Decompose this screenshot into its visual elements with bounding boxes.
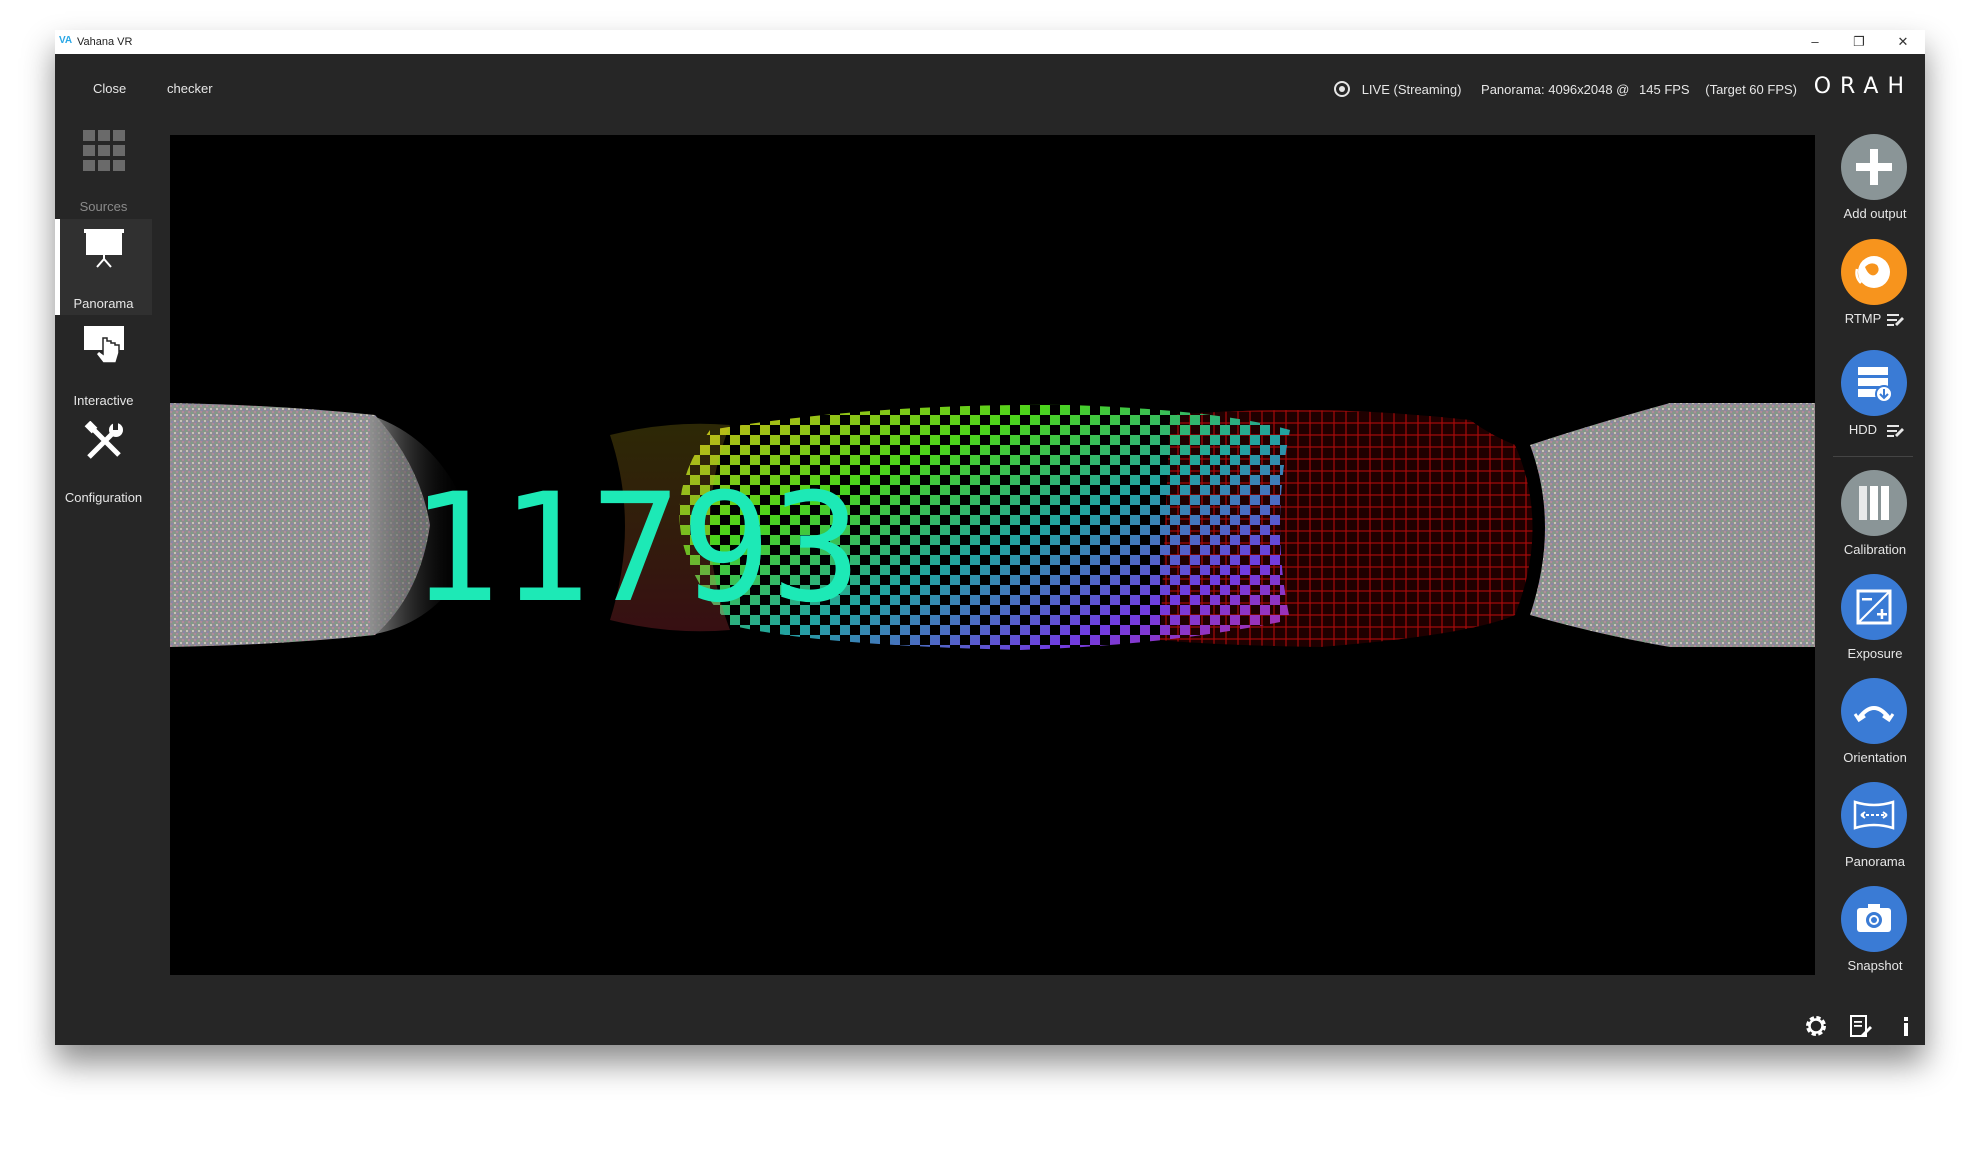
calibration-button[interactable]: Calibration: [1825, 470, 1925, 574]
close-menu[interactable]: Close: [93, 81, 126, 96]
bottom-status-bar: [55, 1005, 1925, 1045]
calibration-label: Calibration: [1843, 542, 1907, 557]
calibration-icon: [1859, 486, 1889, 520]
snapshot-button[interactable]: Snapshot: [1825, 886, 1925, 990]
hdd-output-button[interactable]: HDD: [1825, 350, 1925, 454]
window-title: Vahana VR: [77, 36, 133, 48]
stream-status: LIVE (Streaming) Panorama: 4096x2048 @ 1…: [1318, 81, 1797, 97]
orientation-button[interactable]: Orientation: [1825, 678, 1925, 782]
top-toolbar: Close checker LIVE (Streaming) Panorama:…: [55, 54, 1925, 122]
panorama-settings-button[interactable]: Panorama: [1825, 782, 1925, 886]
projector-icon: [84, 229, 124, 268]
panorama-icon: [1853, 800, 1895, 830]
grid-icon: [83, 130, 125, 171]
nav-item-panorama[interactable]: Panorama: [55, 219, 152, 315]
camera-icon: [1857, 904, 1891, 932]
log-icon[interactable]: [1847, 1013, 1873, 1039]
orientation-circle: [1841, 678, 1907, 744]
rtmp-output-button[interactable]: RTMP: [1825, 239, 1925, 343]
live-indicator-icon: [1334, 81, 1351, 97]
hdd-edit-icon[interactable]: [1887, 424, 1905, 438]
rtmp-edit-icon[interactable]: [1887, 313, 1905, 327]
rtmp-circle: [1841, 239, 1907, 305]
hdd-download-icon: [1858, 367, 1893, 403]
snapshot-label: Snapshot: [1847, 958, 1903, 973]
nav-item-sources[interactable]: Sources: [55, 122, 152, 218]
orientation-icon: [1853, 706, 1895, 723]
nav-item-configuration[interactable]: Configuration: [55, 413, 152, 509]
app-window: VA Vahana VR – ❐ ✕ Close checker LIVE (S…: [55, 30, 1925, 1045]
minimize-button[interactable]: –: [1793, 30, 1837, 54]
nav-label-panorama: Panorama: [73, 296, 134, 311]
title-bar: VA Vahana VR – ❐ ✕: [55, 30, 1925, 54]
exposure-button[interactable]: Exposure: [1825, 574, 1925, 678]
add-output-button[interactable]: Add output: [1825, 134, 1925, 238]
target-fps: (Target 60 FPS): [1705, 82, 1797, 97]
fps-value: 145 FPS: [1639, 82, 1690, 97]
nav-label-sources: Sources: [79, 199, 128, 214]
nav-item-interactive[interactable]: Interactive: [55, 316, 152, 412]
project-name-menu[interactable]: checker: [167, 81, 213, 96]
maximize-button[interactable]: ❐: [1837, 30, 1881, 54]
frame-counter-text: 11793: [410, 462, 862, 636]
output-divider: [1833, 456, 1913, 457]
settings-icon[interactable]: [1803, 1013, 1829, 1039]
plus-icon: [1856, 149, 1892, 185]
nav-label-configuration: Configuration: [64, 490, 143, 505]
nav-label-interactive: Interactive: [73, 393, 134, 408]
add-output-label: Add output: [1843, 206, 1907, 221]
hand-pointer-icon: [84, 326, 124, 364]
panorama-preview[interactable]: 11793: [170, 135, 1815, 975]
globe-stream-icon: [1855, 256, 1890, 288]
panorama-output-label: Panorama: [1845, 854, 1905, 869]
hdd-circle: [1841, 350, 1907, 416]
orah-brand-logo: ORAH: [1813, 74, 1913, 99]
panorama-resolution: Panorama: 4096x2048 @: [1481, 82, 1630, 97]
app-logo: VA: [59, 35, 73, 46]
live-status-text: LIVE (Streaming): [1361, 82, 1462, 97]
right-output-bar: Add output RTMP HDD Calibration Exposure…: [1825, 122, 1925, 992]
tools-icon: [84, 421, 123, 459]
left-navigation: Sources Panorama Interactive Configurati…: [55, 122, 152, 992]
exposure-circle: [1841, 574, 1907, 640]
panorama-render: 11793: [170, 403, 1815, 650]
calibration-circle: [1841, 470, 1907, 536]
exposure-label: Exposure: [1847, 646, 1903, 661]
add-output-circle: [1841, 134, 1907, 200]
exposure-icon: [1856, 589, 1892, 625]
snapshot-circle: [1841, 886, 1907, 952]
orientation-label: Orientation: [1843, 750, 1907, 765]
close-window-button[interactable]: ✕: [1881, 30, 1925, 54]
info-icon[interactable]: [1893, 1013, 1919, 1039]
panorama-circle: [1841, 782, 1907, 848]
